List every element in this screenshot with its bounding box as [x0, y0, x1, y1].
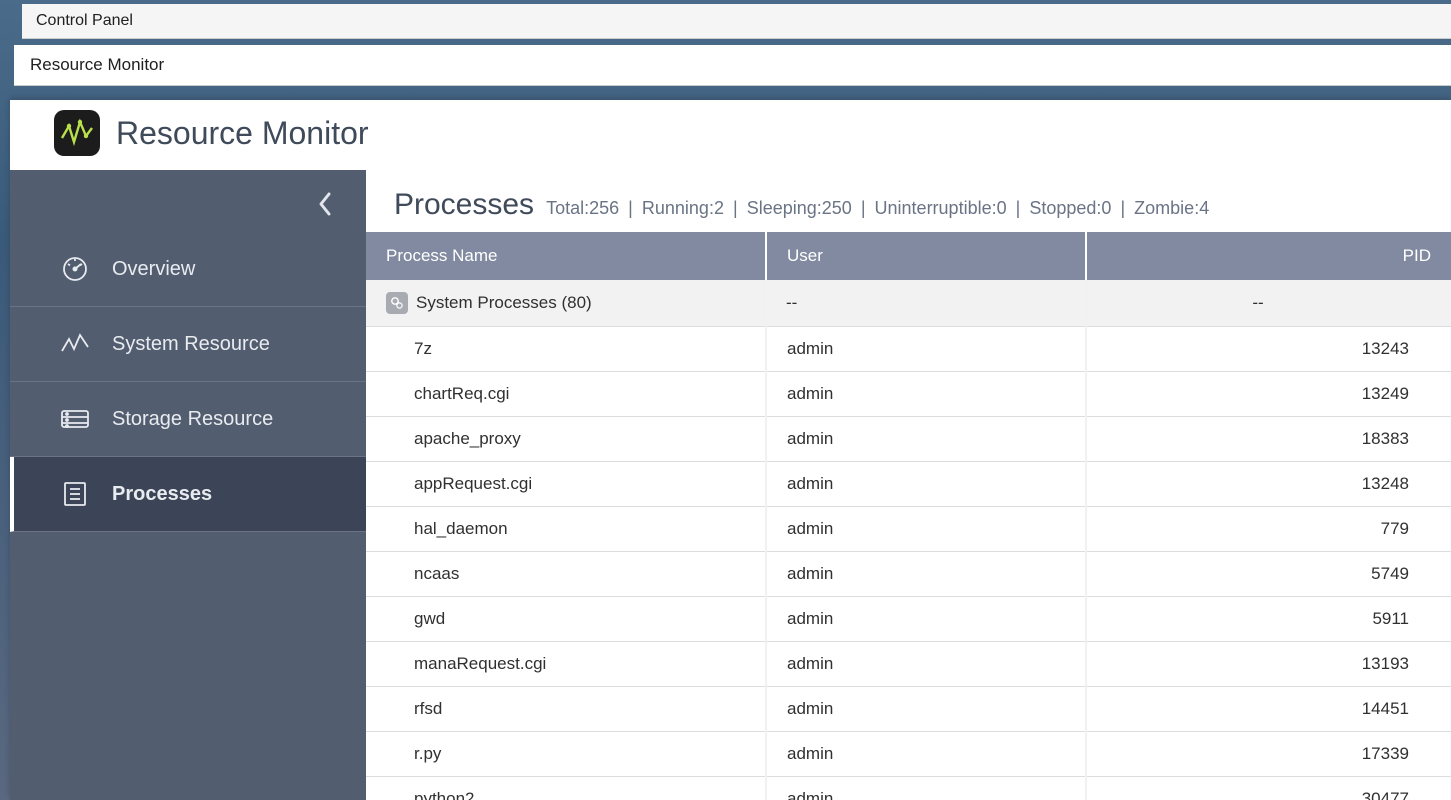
cell-pid: 5911 — [1086, 597, 1451, 642]
breadcrumb-label: Control Panel — [36, 12, 133, 29]
cell-user: admin — [766, 507, 1086, 552]
cell-process-name: 7z — [366, 327, 766, 372]
cell-user: admin — [766, 777, 1086, 800]
cell-pid: 30477 — [1086, 777, 1451, 800]
cell-process-name: apache_proxy — [366, 417, 766, 462]
process-table-wrap[interactable]: Process Name User PID System Processes (… — [366, 232, 1451, 800]
cell-process-name: r.py — [366, 732, 766, 777]
cell-user: admin — [766, 552, 1086, 597]
process-group-row[interactable]: System Processes (80) ---- — [366, 280, 1451, 327]
sidebar-item-label: Processes — [112, 483, 212, 506]
storage-resource-icon — [60, 404, 90, 434]
table-row[interactable]: appRequest.cgiadmin13248 — [366, 462, 1451, 507]
group-user: -- — [766, 280, 1086, 327]
breadcrumb-label: Resource Monitor — [30, 55, 164, 74]
cell-process-name: python2 — [366, 777, 766, 800]
sidebar-item-label: Overview — [112, 258, 195, 281]
cell-user: admin — [766, 327, 1086, 372]
sidebar-item-label: System Resource — [112, 333, 270, 356]
chevron-left-icon — [316, 190, 334, 218]
process-table: Process Name User PID System Processes (… — [366, 232, 1451, 800]
table-row[interactable]: manaRequest.cgiadmin13193 — [366, 642, 1451, 687]
cell-pid: 17339 — [1086, 732, 1451, 777]
sidebar-collapse-button[interactable] — [10, 176, 366, 232]
cell-user: admin — [766, 417, 1086, 462]
cell-process-name: ncaas — [366, 552, 766, 597]
gear-icon — [386, 292, 408, 314]
cell-process-name: appRequest.cgi — [366, 462, 766, 507]
cell-user: admin — [766, 597, 1086, 642]
sidebar-item-storage-resource[interactable]: Storage Resource — [10, 382, 366, 457]
table-row[interactable]: chartReq.cgiadmin13249 — [366, 372, 1451, 417]
app-header: Resource Monitor — [10, 100, 1451, 170]
cell-pid: 18383 — [1086, 417, 1451, 462]
sidebar-item-overview[interactable]: Overview — [10, 232, 366, 307]
table-row[interactable]: r.pyadmin17339 — [366, 732, 1451, 777]
cell-process-name: rfsd — [366, 687, 766, 732]
table-row[interactable]: hal_daemonadmin779 — [366, 507, 1451, 552]
system-resource-icon — [60, 329, 90, 359]
table-row[interactable]: gwdadmin5911 — [366, 597, 1451, 642]
table-row[interactable]: ncaasadmin5749 — [366, 552, 1451, 597]
cell-user: admin — [766, 462, 1086, 507]
cell-process-name: gwd — [366, 597, 766, 642]
cell-pid: 13249 — [1086, 372, 1451, 417]
sidebar-item-processes[interactable]: Processes — [10, 457, 366, 532]
col-process-name[interactable]: Process Name — [366, 232, 766, 280]
cell-user: admin — [766, 642, 1086, 687]
cell-pid: 14451 — [1086, 687, 1451, 732]
group-label: System Processes (80) — [416, 293, 592, 313]
overview-icon — [60, 254, 90, 284]
processes-icon — [60, 479, 90, 509]
resource-monitor-icon — [54, 110, 100, 156]
breadcrumb-control-panel[interactable]: Control Panel — [22, 4, 1451, 39]
group-pid: -- — [1086, 280, 1451, 327]
resource-monitor-window: Resource Monitor Overview System Resource… — [10, 100, 1451, 800]
processes-heading: Processes Total:256 | Running:2 | Sleepi… — [366, 170, 1451, 232]
cell-process-name: manaRequest.cgi — [366, 642, 766, 687]
process-stats: Total:256 | Running:2 | Sleeping:250 | U… — [546, 198, 1209, 219]
cell-pid: 13248 — [1086, 462, 1451, 507]
sidebar-item-system-resource[interactable]: System Resource — [10, 307, 366, 382]
breadcrumb-resource-monitor[interactable]: Resource Monitor — [14, 45, 1451, 86]
table-row[interactable]: 7zadmin13243 — [366, 327, 1451, 372]
cell-process-name: chartReq.cgi — [366, 372, 766, 417]
cell-pid: 13243 — [1086, 327, 1451, 372]
sidebar: Overview System Resource Storage Resource P… — [10, 170, 366, 800]
table-row[interactable]: rfsdadmin14451 — [366, 687, 1451, 732]
cell-user: admin — [766, 732, 1086, 777]
processes-title: Processes — [394, 188, 534, 222]
cell-pid: 5749 — [1086, 552, 1451, 597]
cell-pid: 779 — [1086, 507, 1451, 552]
main-content: Processes Total:256 | Running:2 | Sleepi… — [366, 170, 1451, 800]
col-user[interactable]: User — [766, 232, 1086, 280]
col-pid[interactable]: PID — [1086, 232, 1451, 280]
cell-user: admin — [766, 372, 1086, 417]
cell-pid: 13193 — [1086, 642, 1451, 687]
cell-user: admin — [766, 687, 1086, 732]
table-row[interactable]: apache_proxyadmin18383 — [366, 417, 1451, 462]
sidebar-item-label: Storage Resource — [112, 408, 273, 431]
table-row[interactable]: python2admin30477 — [366, 777, 1451, 800]
cell-process-name: hal_daemon — [366, 507, 766, 552]
page-title: Resource Monitor — [116, 115, 369, 152]
